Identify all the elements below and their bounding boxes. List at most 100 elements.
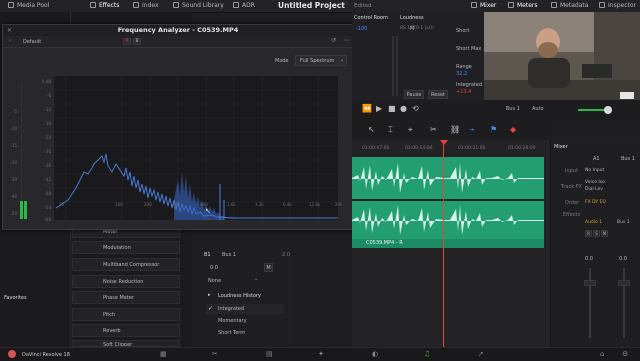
order-label: Order — [565, 200, 580, 206]
range-label: Range — [456, 64, 472, 70]
fairlight-page-icon[interactable]: ♫ — [424, 350, 430, 358]
library-item-pitch[interactable]: Pitch — [72, 308, 180, 321]
clip-label: C0539.MP4 - R — [366, 240, 403, 246]
metadata-button[interactable]: Metadata — [551, 0, 588, 12]
settings-gear-icon[interactable]: ⚙ — [622, 350, 628, 358]
mixer-panel: Mixer A1 Bus 1 Input No Input Track FX V… — [550, 140, 640, 347]
preset-dropdown[interactable]: Default — [23, 39, 41, 45]
voice-isolation-fx[interactable]: Voice Iso — [585, 180, 605, 185]
library-item-reverb[interactable]: Reverb — [72, 324, 180, 337]
cut-page-icon[interactable]: ✂ — [212, 350, 218, 358]
timecode: 01:00:21:00 — [458, 146, 486, 151]
fader-track-bus1 — [623, 268, 625, 338]
y-tick: -6 — [47, 93, 51, 98]
channel-a1: A1 — [593, 156, 600, 162]
library-item-soft-clipper[interactable]: Soft Clipper — [72, 340, 180, 347]
y-tick: -18 — [44, 121, 51, 126]
short-term-option[interactable]: Short Term — [218, 330, 245, 336]
media-page-icon[interactable]: ▦ — [160, 350, 167, 358]
marker-icon[interactable]: ◆ — [510, 125, 516, 134]
mode-value: Full Spectrum — [300, 58, 335, 64]
record-arm-button[interactable]: R — [585, 230, 592, 237]
input-label: Input — [565, 168, 578, 174]
range-tool-icon[interactable]: ⌶ — [388, 125, 393, 135]
waveform-right — [352, 205, 544, 235]
auto-toggle[interactable]: Auto — [532, 106, 544, 112]
library-item-modulation[interactable]: Modulation — [72, 241, 180, 254]
close-icon[interactable]: ✕ — [7, 27, 12, 34]
adr-button[interactable]: ADR — [233, 0, 255, 12]
mode-dropdown[interactable]: Full Spectrum ⌄ — [295, 55, 347, 66]
edit-page-icon[interactable]: ▤ — [266, 350, 273, 358]
audio-clip-left[interactable] — [352, 157, 544, 199]
channel-bus1: Bus 1 — [621, 156, 635, 162]
record-icon[interactable]: ● — [400, 104, 407, 113]
y-tick: -60 — [44, 217, 51, 222]
expand-icon[interactable]: ▸ — [208, 292, 211, 298]
pause-button[interactable]: Pause — [404, 90, 424, 99]
library-item-noise-reduction[interactable]: Noise Reduction — [72, 275, 180, 288]
preset-a-button[interactable]: A — [123, 38, 131, 45]
sound-library-button[interactable]: Sound Library — [173, 0, 224, 12]
bus-name: Bus 1 — [222, 252, 236, 258]
rewind-icon[interactable]: ⏪ — [362, 104, 372, 113]
flag-icon[interactable]: ⚑ — [490, 125, 497, 134]
side-scale-tick: -5 — [13, 109, 17, 114]
mute-button[interactable]: M — [601, 230, 608, 237]
fader-a1[interactable] — [584, 280, 596, 286]
playhead[interactable] — [443, 140, 444, 347]
audio-clip-right[interactable]: C0539.MP4 - R — [352, 201, 544, 248]
meters-button[interactable]: Meters — [508, 0, 538, 12]
zoom-tool-icon[interactable]: ⌖ — [408, 125, 413, 135]
mixer-button[interactable]: Mixer — [471, 0, 496, 12]
bus-gain[interactable]: 0.0 — [210, 265, 218, 271]
loop-icon[interactable]: ⟲ — [412, 104, 419, 113]
side-scale-tick: -20 — [10, 160, 17, 165]
reset-button[interactable]: Reset — [428, 90, 448, 99]
momentary-option[interactable]: Momentary — [218, 318, 247, 324]
color-page-icon[interactable]: ◐ — [372, 350, 378, 358]
sound-library-icon — [173, 2, 179, 8]
video-frame — [484, 12, 640, 102]
x-tick: 3.2k — [255, 202, 264, 207]
frequency-analyzer-window: Frequency Analyzer - C0539.MP4 ✕ ‹ Defau… — [2, 24, 354, 230]
x-tick: 100 — [115, 202, 123, 207]
order-value[interactable]: FX DY EQ — [585, 200, 606, 205]
library-item-phase-meter[interactable]: Phase Meter — [72, 291, 180, 304]
select-tool-icon[interactable]: ↖ — [368, 125, 375, 134]
link-icon[interactable]: ⛓ — [450, 125, 460, 134]
inspector-button[interactable]: Inspector — [599, 0, 636, 12]
fader-bus1[interactable] — [618, 280, 630, 286]
resolve-logo-icon — [8, 350, 16, 358]
bus-output-dropdown[interactable]: None — [208, 278, 221, 284]
chevron-left-icon[interactable]: ‹ — [9, 38, 11, 44]
razor-icon[interactable]: ✂ — [430, 125, 437, 134]
bus-mute-button[interactable]: M — [264, 263, 273, 272]
library-item-multiband-compressor[interactable]: Multiband Compressor — [72, 258, 180, 271]
short-max-label: Short Max — [456, 46, 482, 52]
stop-icon[interactable]: ■ — [388, 104, 396, 113]
fusion-page-icon[interactable]: ✦ — [318, 350, 324, 358]
deliver-page-icon[interactable]: ➚ — [478, 350, 484, 358]
input-dropdown[interactable]: No Input — [585, 168, 604, 173]
y-tick: 0 dB — [41, 79, 51, 84]
index-button[interactable]: Index — [133, 0, 159, 12]
reset-icon[interactable]: ↺ — [331, 37, 336, 44]
solo-button[interactable]: S — [593, 230, 600, 237]
chevron-down-icon: ⌄ — [254, 276, 259, 282]
preset-b-button[interactable]: B — [133, 38, 141, 45]
dialogue-leveler-fx[interactable]: Dial Lev — [585, 187, 603, 192]
settings-icon[interactable]: ⋯ — [343, 37, 349, 44]
effects-button[interactable]: Effects — [90, 0, 119, 12]
snap-icon[interactable]: ⌁ — [470, 125, 475, 134]
playhead-marker-icon[interactable] — [440, 140, 448, 145]
x-tick: 200 — [144, 202, 152, 207]
volume-knob[interactable] — [604, 106, 612, 114]
media-pool-button[interactable]: Media Pool — [8, 0, 49, 12]
x-tick: 400 — [172, 202, 180, 207]
bus-selector[interactable]: Bus 1 — [506, 106, 520, 112]
home-icon[interactable]: ⌂ — [600, 350, 604, 358]
play-icon[interactable]: ▶ — [376, 104, 382, 113]
y-tick: -36 — [44, 163, 51, 168]
mode-label: Mode — [275, 58, 289, 64]
